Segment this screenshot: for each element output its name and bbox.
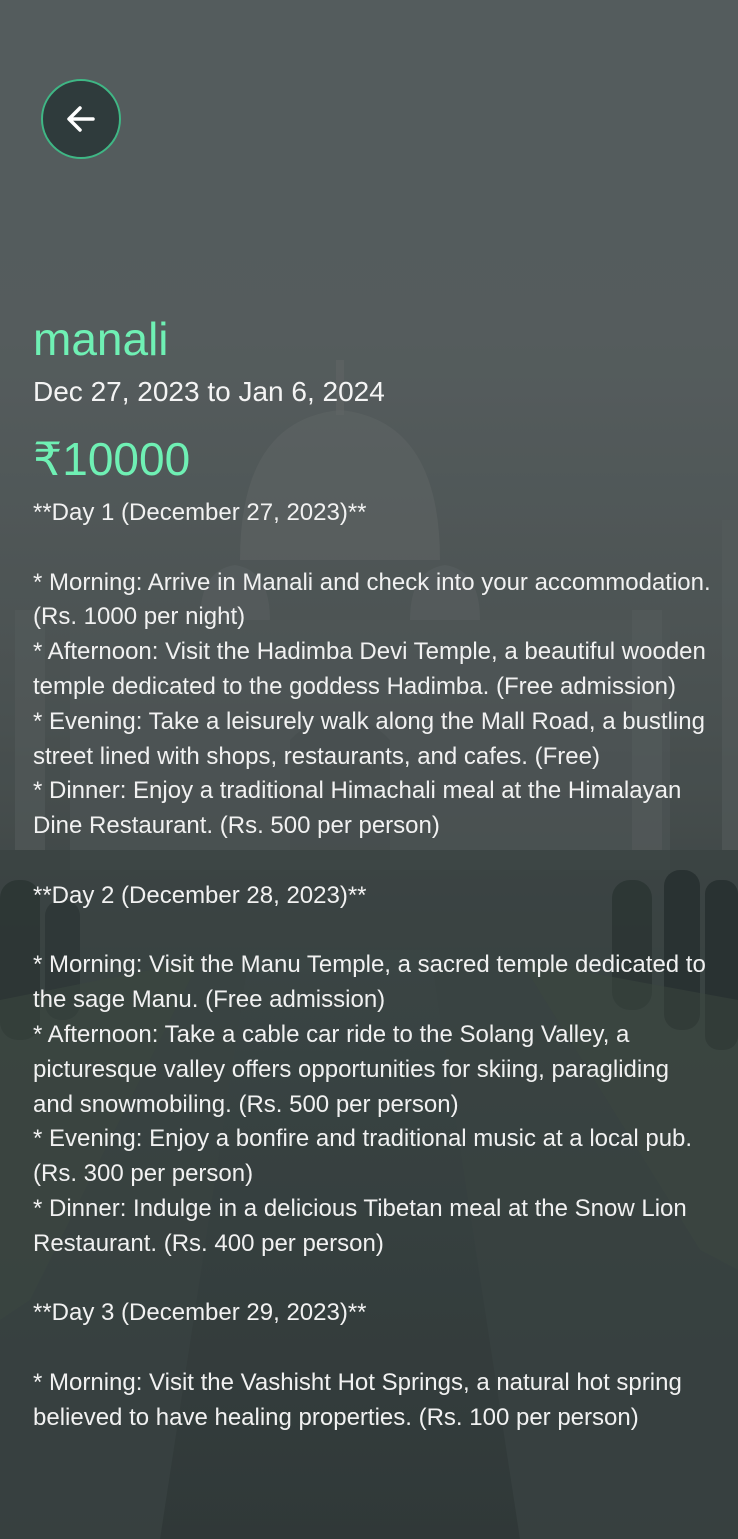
back-button[interactable] [41, 79, 121, 159]
trip-details: manali Dec 27, 2023 to Jan 6, 2024 ₹1000… [33, 308, 713, 1436]
destination-title: manali [33, 313, 169, 365]
itinerary-text: **Day 1 (December 27, 2023)** * Morning:… [33, 499, 711, 1431]
trip-detail-screen: manali Dec 27, 2023 to Jan 6, 2024 ₹1000… [0, 0, 738, 1539]
date-range: Dec 27, 2023 to Jan 6, 2024 [33, 376, 385, 407]
trip-price: ₹10000 [33, 433, 191, 485]
arrow-left-icon [67, 106, 95, 132]
